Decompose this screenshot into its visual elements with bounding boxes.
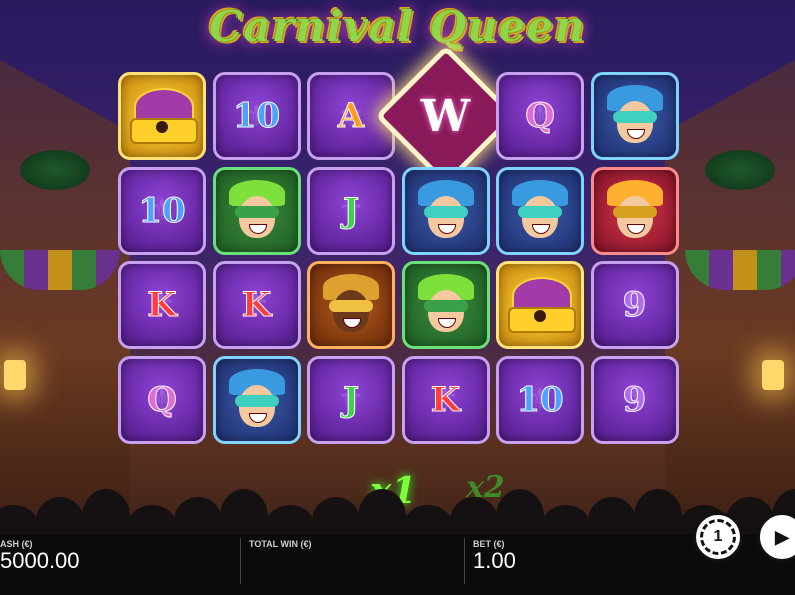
green-man-symbol xyxy=(401,261,490,349)
divider xyxy=(464,538,465,584)
crown-icon xyxy=(508,277,576,333)
card-symbol: ⚜ 9 xyxy=(590,355,679,444)
wild-letter: W xyxy=(420,90,471,142)
green-man-icon xyxy=(228,179,285,242)
card-symbol-label: Q xyxy=(147,379,178,420)
palm-tree-decoration xyxy=(705,150,775,190)
card-symbol: ⚜ 10 xyxy=(118,166,206,255)
card-symbol-label: 10 xyxy=(232,96,281,137)
bottom-bar: ASH (€) 5000.00 TOTAL WIN (€) BET (€) 1.… xyxy=(0,534,795,595)
crown-icon xyxy=(130,88,198,144)
lamp-decoration xyxy=(4,360,26,390)
brown-man-icon xyxy=(323,274,379,336)
card-symbol-label: K xyxy=(241,285,272,326)
wild-symbol: W xyxy=(374,45,517,187)
card-symbol: ⚜ 10 xyxy=(496,355,584,444)
green-man-icon xyxy=(417,274,474,336)
total-win-label: TOTAL WIN (€) xyxy=(249,539,312,549)
jester-symbol xyxy=(590,72,679,160)
chip-icon: 1 xyxy=(700,519,736,555)
crown-symbol xyxy=(496,261,584,349)
cash-value: 5000.00 xyxy=(0,548,80,573)
bet-value: 1.00 xyxy=(473,548,516,573)
bet-button[interactable]: 1 xyxy=(693,512,743,562)
jester-symbol xyxy=(212,355,301,444)
card-symbol: ⚜ K xyxy=(118,261,206,349)
right-building xyxy=(665,60,795,540)
brown-man-symbol xyxy=(307,261,395,349)
jester-icon xyxy=(606,85,663,147)
green-man-symbol xyxy=(212,166,301,255)
jester-icon xyxy=(417,179,474,242)
card-symbol-label: J xyxy=(342,190,360,231)
red-lady-icon xyxy=(606,179,663,242)
card-symbol: ⚜ Q xyxy=(118,355,206,444)
jester-symbol xyxy=(496,166,584,255)
card-symbol: ⚜ 10 xyxy=(212,72,301,160)
card-symbol-label: 9 xyxy=(622,285,647,326)
jester-icon xyxy=(228,368,285,431)
jester-symbol xyxy=(401,166,490,255)
game-logo: Carnival Queen xyxy=(209,2,586,51)
card-symbol-label: A xyxy=(337,96,365,137)
card-symbol: ⚜ K xyxy=(401,355,490,444)
card-symbol-label: K xyxy=(430,379,461,420)
lamp-decoration xyxy=(762,360,784,390)
card-symbol-label: J xyxy=(342,379,360,420)
card-symbol-label: Q xyxy=(525,96,556,137)
card-symbol: ⚜ Q xyxy=(496,72,584,160)
red-lady-symbol xyxy=(590,166,679,255)
card-symbol: ⚜ K xyxy=(212,261,301,349)
left-building xyxy=(0,60,130,540)
palm-tree-decoration xyxy=(20,150,90,190)
card-symbol-label: 9 xyxy=(622,379,647,420)
card-symbol: ⚜ J xyxy=(307,355,395,444)
autoplay-icon: ▶ xyxy=(775,526,789,547)
divider xyxy=(240,538,241,584)
card-symbol: ⚜ J xyxy=(307,166,395,255)
card-symbol-label: 10 xyxy=(516,379,564,420)
crown-symbol xyxy=(118,72,206,160)
jester-icon xyxy=(512,179,568,242)
card-symbol: ⚜ 9 xyxy=(590,261,679,349)
reel-grid: ⚜ 10 ⚜ A W ⚜ Q ⚜ 10 ⚜ J ⚜ K ⚜ K ⚜ 9 ⚜ Q ⚜ J ⚜ K ⚜ 10 ⚜ 9 xyxy=(118,45,682,448)
card-symbol-label: 10 xyxy=(138,190,186,231)
card-symbol-label: K xyxy=(147,285,178,326)
